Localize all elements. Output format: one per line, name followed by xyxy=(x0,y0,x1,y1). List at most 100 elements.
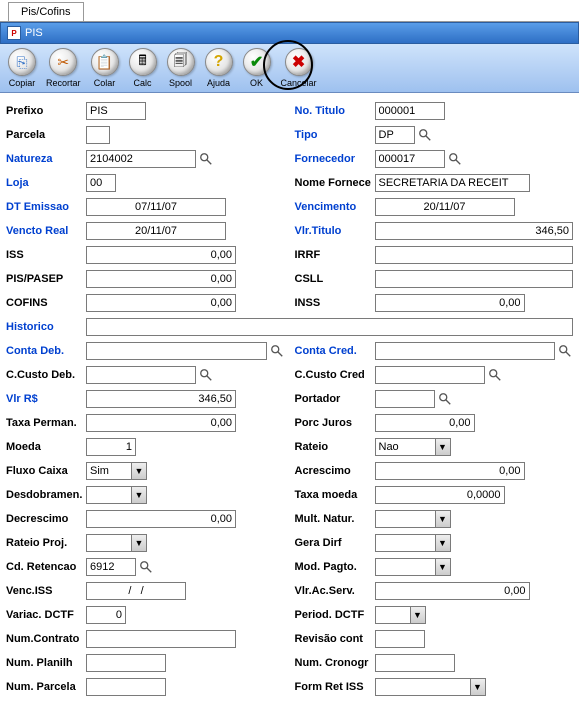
loja-input[interactable] xyxy=(86,174,116,192)
calc-button[interactable]: 🖩 Calc xyxy=(127,48,159,88)
venc-iss-label: Venc.ISS xyxy=(6,585,86,597)
fornecedor-lookup[interactable] xyxy=(447,151,463,167)
period-dctf-input[interactable] xyxy=(375,606,410,624)
ccusto-deb-input[interactable] xyxy=(86,366,196,384)
copiar-button[interactable]: ⎘ Copiar xyxy=(6,48,38,88)
portador-input[interactable] xyxy=(375,390,435,408)
taxa-moeda-input[interactable] xyxy=(375,486,505,504)
rateio-input[interactable] xyxy=(375,438,435,456)
cofins-label: COFINS xyxy=(6,297,86,309)
ajuda-button[interactable]: ? Ajuda xyxy=(203,48,235,88)
taxa-perman-input[interactable] xyxy=(86,414,236,432)
conta-cred-input[interactable] xyxy=(375,342,556,360)
fornecedor-label: Fornecedor xyxy=(295,153,375,165)
acrescimo-input[interactable] xyxy=(375,462,525,480)
form-ret-iss-input[interactable] xyxy=(375,678,470,696)
tipo-lookup[interactable] xyxy=(417,127,433,143)
tab-bar: Pis/Cofins xyxy=(0,0,579,22)
check-icon: ✔ xyxy=(250,52,263,72)
conta-cred-lookup[interactable] xyxy=(557,343,573,359)
num-parcela-input[interactable] xyxy=(86,678,166,696)
dt-emissao-input[interactable] xyxy=(86,198,226,216)
mult-natur-dropdown[interactable]: ▼ xyxy=(435,510,451,528)
inss-input[interactable] xyxy=(375,294,525,312)
vencimento-label: Vencimento xyxy=(295,201,375,213)
cd-retencao-lookup[interactable] xyxy=(138,559,154,575)
mod-pagto-input[interactable] xyxy=(375,558,435,576)
decrescimo-input[interactable] xyxy=(86,510,236,528)
rateio-label: Rateio xyxy=(295,441,375,453)
mult-natur-input[interactable] xyxy=(375,510,435,528)
mod-pagto-dropdown[interactable]: ▼ xyxy=(435,558,451,576)
conta-cred-label: Conta Cred. xyxy=(295,345,375,357)
period-dctf-dropdown[interactable]: ▼ xyxy=(410,606,426,624)
rateio-proj-dropdown[interactable]: ▼ xyxy=(131,534,147,552)
form-area: Prefixo No. Titulo Parcela Tipo Natureza… xyxy=(0,93,579,705)
nome-fornece-label: Nome Fornece xyxy=(295,177,375,189)
num-contrato-input[interactable] xyxy=(86,630,236,648)
conta-deb-lookup[interactable] xyxy=(269,343,285,359)
natureza-input[interactable] xyxy=(86,150,196,168)
no-titulo-label: No. Titulo xyxy=(295,105,375,117)
tipo-input[interactable] xyxy=(375,126,415,144)
ccusto-deb-lookup[interactable] xyxy=(198,367,214,383)
gera-dirf-input[interactable] xyxy=(375,534,435,552)
vencimento-input[interactable] xyxy=(375,198,515,216)
variac-dctf-input[interactable] xyxy=(86,606,126,624)
cancelar-button[interactable]: ✖ Cancelar xyxy=(279,48,319,88)
fluxo-caixa-label: Fluxo Caixa xyxy=(6,465,86,477)
porc-juros-label: Porc Juros xyxy=(295,417,375,429)
desdobramen-dropdown[interactable]: ▼ xyxy=(131,486,147,504)
natureza-lookup[interactable] xyxy=(198,151,214,167)
portador-lookup[interactable] xyxy=(437,391,453,407)
vlr-titulo-input[interactable] xyxy=(375,222,574,240)
ccusto-cred-label: C.Custo Cred xyxy=(295,369,375,381)
parcela-label: Parcela xyxy=(6,129,86,141)
ok-button[interactable]: ✔ OK xyxy=(241,48,273,88)
spool-button[interactable]: 🗐 Spool xyxy=(165,48,197,88)
ccusto-cred-input[interactable] xyxy=(375,366,485,384)
fornecedor-input[interactable] xyxy=(375,150,445,168)
pispasep-input[interactable] xyxy=(86,270,236,288)
csll-input[interactable] xyxy=(375,270,574,288)
desdobramen-input[interactable] xyxy=(86,486,131,504)
tab-piscofins[interactable]: Pis/Cofins xyxy=(8,2,84,21)
revisao-cont-input[interactable] xyxy=(375,630,425,648)
cd-retencao-label: Cd. Retencao xyxy=(6,561,86,573)
iss-input[interactable] xyxy=(86,246,236,264)
gera-dirf-dropdown[interactable]: ▼ xyxy=(435,534,451,552)
inss-label: INSS xyxy=(295,297,375,309)
historico-input[interactable] xyxy=(86,318,573,336)
num-planilh-input[interactable] xyxy=(86,654,166,672)
form-ret-iss-label: Form Ret ISS xyxy=(295,681,375,693)
rateio-proj-input[interactable] xyxy=(86,534,131,552)
ccusto-cred-lookup[interactable] xyxy=(487,367,503,383)
num-contrato-label: Num.Contrato xyxy=(6,633,86,645)
fluxo-caixa-input[interactable] xyxy=(86,462,131,480)
porc-juros-input[interactable] xyxy=(375,414,475,432)
window-title-bar: P PIS xyxy=(0,22,579,44)
conta-deb-input[interactable] xyxy=(86,342,267,360)
fluxo-caixa-dropdown[interactable]: ▼ xyxy=(131,462,147,480)
period-dctf-label: Period. DCTF xyxy=(295,609,375,621)
variac-dctf-label: Variac. DCTF xyxy=(6,609,86,621)
colar-button[interactable]: 📋 Colar xyxy=(89,48,121,88)
venc-iss-input[interactable] xyxy=(86,582,186,600)
vencto-real-input[interactable] xyxy=(86,222,226,240)
num-cronogr-input[interactable] xyxy=(375,654,455,672)
recortar-button[interactable]: ✂ Recortar xyxy=(44,48,83,88)
prefixo-input[interactable] xyxy=(86,102,146,120)
irrf-label: IRRF xyxy=(295,249,375,261)
rateio-dropdown[interactable]: ▼ xyxy=(435,438,451,456)
moeda-input[interactable] xyxy=(86,438,136,456)
no-titulo-input[interactable] xyxy=(375,102,445,120)
form-ret-iss-dropdown[interactable]: ▼ xyxy=(470,678,486,696)
irrf-input[interactable] xyxy=(375,246,574,264)
nome-fornece-input[interactable] xyxy=(375,174,530,192)
conta-deb-label: Conta Deb. xyxy=(6,345,86,357)
vlr-ac-serv-input[interactable] xyxy=(375,582,530,600)
parcela-input[interactable] xyxy=(86,126,110,144)
cd-retencao-input[interactable] xyxy=(86,558,136,576)
vlr-rs-input[interactable] xyxy=(86,390,236,408)
cofins-input[interactable] xyxy=(86,294,236,312)
